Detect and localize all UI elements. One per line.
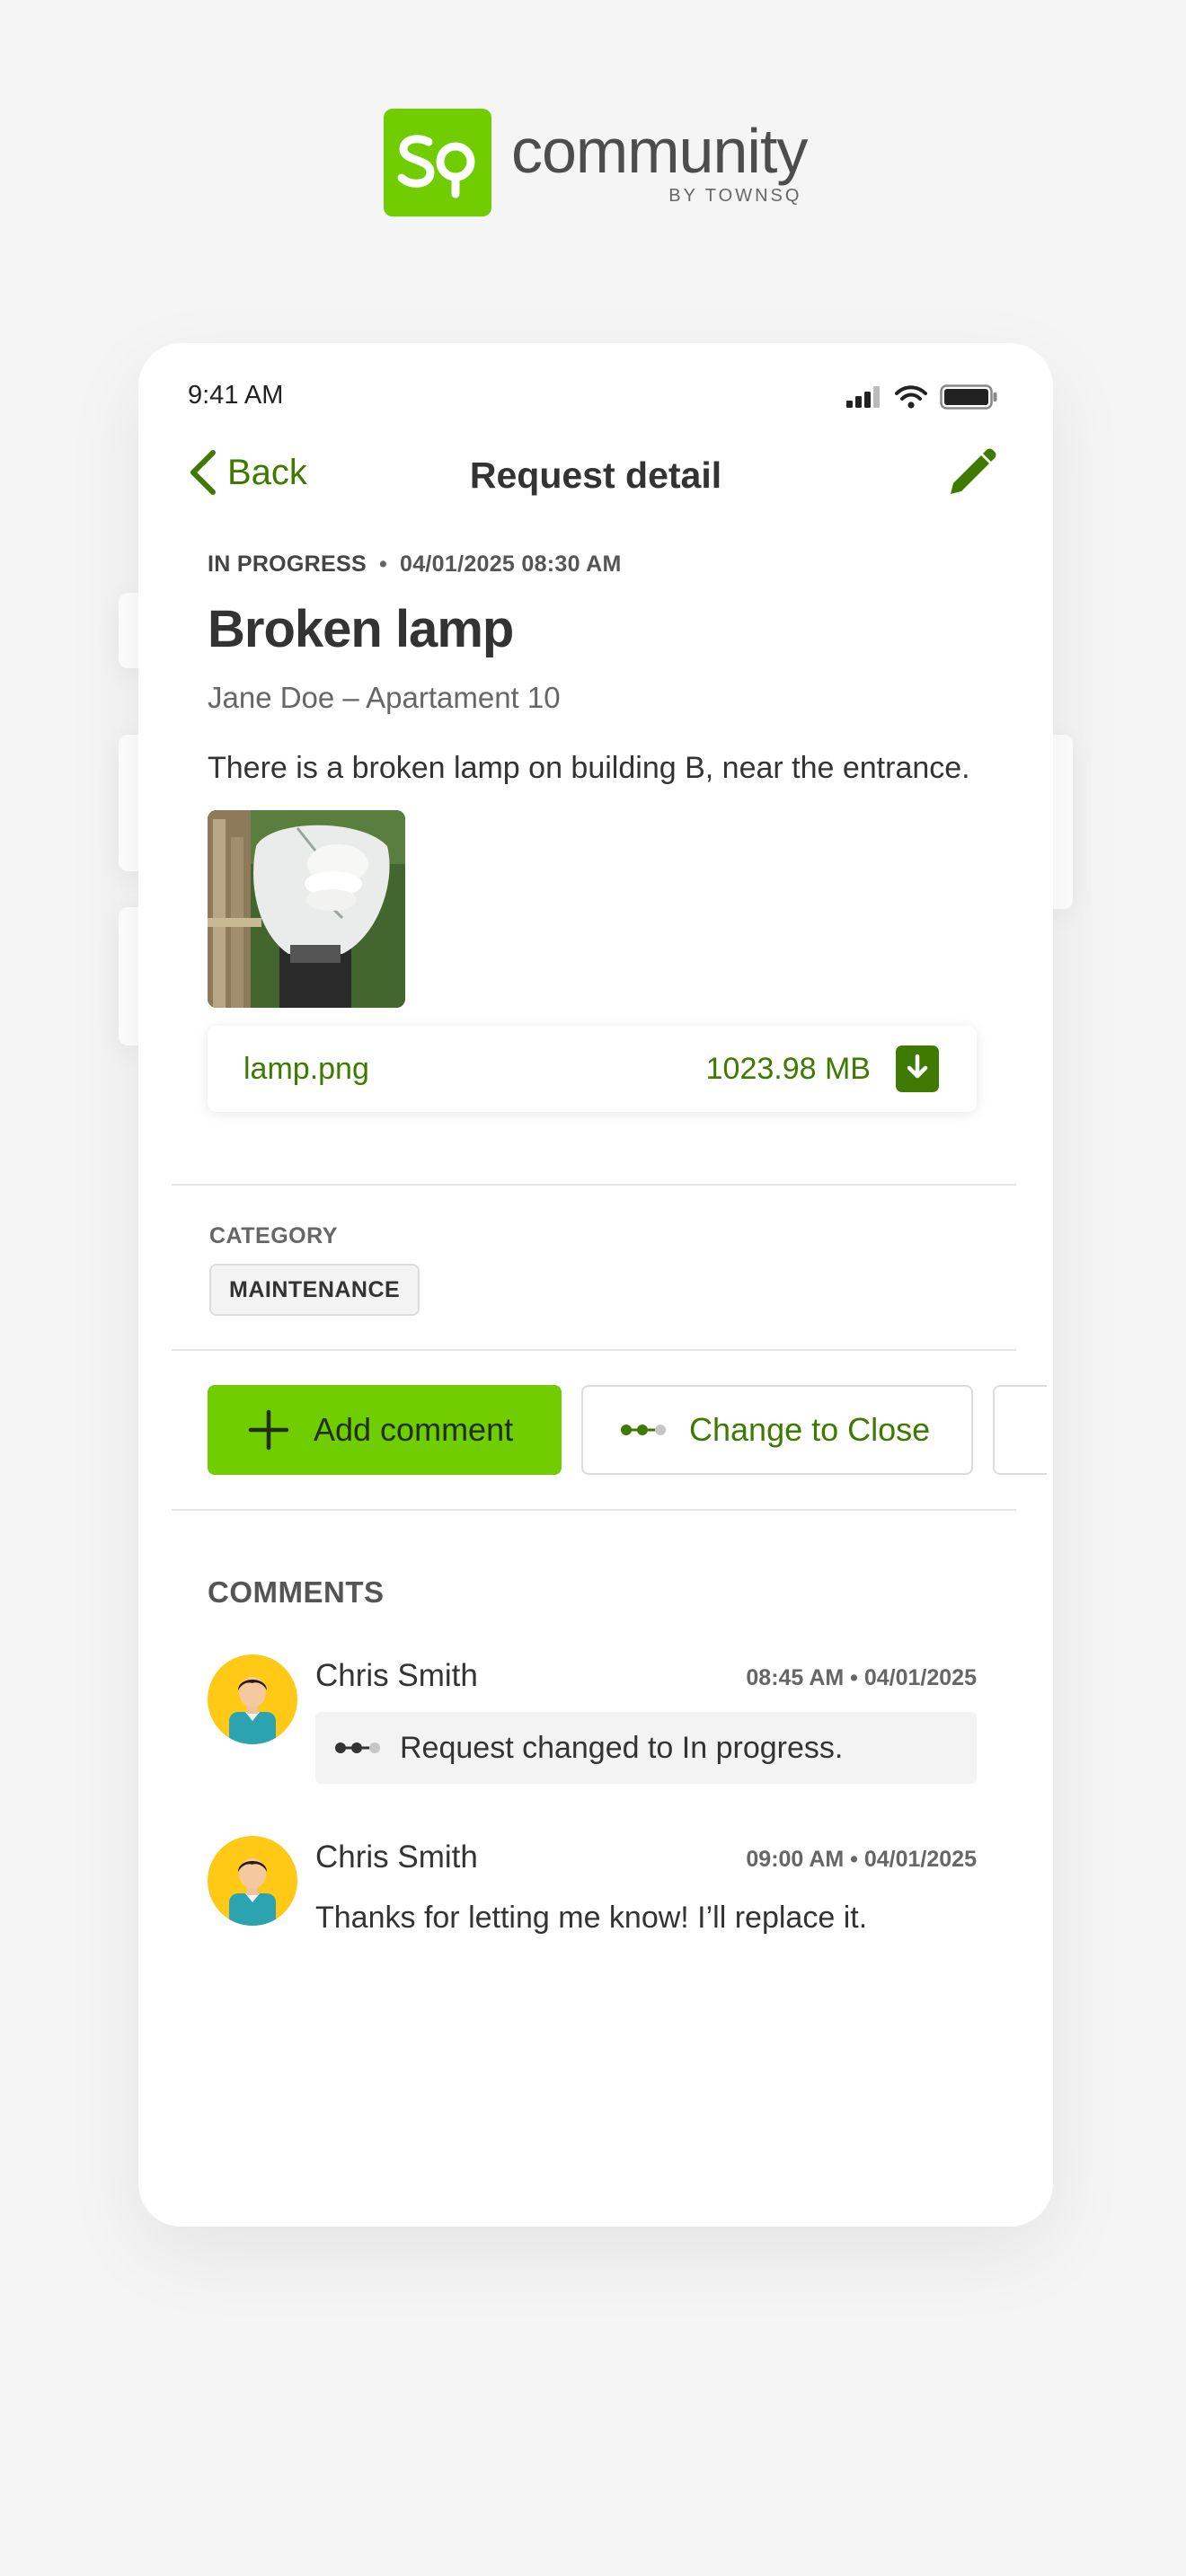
attachment-download-row[interactable]: lamp.png 1023.98 MB bbox=[208, 1026, 977, 1112]
request-author: Jane Doe – Apartament 10 bbox=[208, 681, 561, 714]
phone-screen: 9:41 AM Back Request detail IN PROGRESS … bbox=[138, 343, 1053, 2227]
status-change-text: Request changed to In progress. bbox=[400, 1730, 844, 1765]
request-datetime: 04/01/2025 08:30 AM bbox=[400, 551, 622, 577]
status-time: 9:41 AM bbox=[188, 381, 284, 410]
download-icon[interactable] bbox=[896, 1045, 939, 1092]
status-progress-icon bbox=[621, 1425, 666, 1435]
pencil-icon bbox=[951, 448, 996, 494]
status-bar: 9:41 AM bbox=[138, 343, 1053, 451]
separator-dot: • bbox=[378, 551, 388, 577]
logo-wordmark: community bbox=[511, 115, 808, 186]
comment-text: Thanks for letting me know! I’ll replace… bbox=[315, 1901, 868, 1935]
broken-lamp-image bbox=[208, 810, 405, 1008]
section-divider bbox=[172, 1184, 1016, 1186]
edit-button[interactable] bbox=[943, 447, 997, 506]
comment-item: Chris Smith 09:00 AM • 04/01/2025 Thanks… bbox=[208, 1836, 977, 1953]
status-progress-icon bbox=[335, 1742, 380, 1753]
request-description: There is a broken lamp on building B, ne… bbox=[208, 751, 970, 785]
change-status-button[interactable]: Change to Close bbox=[581, 1385, 973, 1475]
more-actions-button[interactable] bbox=[993, 1385, 1047, 1475]
category-chip: MAINTENANCE bbox=[209, 1264, 420, 1316]
comments-heading: COMMENTS bbox=[208, 1575, 385, 1609]
comment-timestamp: 09:00 AM • 04/01/2025 bbox=[746, 1847, 977, 1872]
comment-author: Chris Smith bbox=[315, 1839, 478, 1875]
comment-author: Chris Smith bbox=[315, 1658, 478, 1693]
wifi-icon bbox=[895, 385, 927, 409]
avatar bbox=[208, 1836, 297, 1926]
status-change-notice: Request changed to In progress. bbox=[315, 1712, 977, 1784]
action-buttons: Add comment Change to Close bbox=[208, 1385, 1047, 1475]
attachment-filesize: 1023.98 MB bbox=[705, 1051, 871, 1086]
avatar bbox=[208, 1654, 297, 1744]
attachment-filename: lamp.png bbox=[243, 1051, 369, 1086]
logo-byline: BY TOWNSQ bbox=[668, 185, 802, 206]
section-divider bbox=[172, 1509, 1016, 1511]
status-badge: IN PROGRESS bbox=[208, 551, 367, 577]
request-meta: IN PROGRESS • 04/01/2025 08:30 AM bbox=[208, 551, 977, 578]
add-comment-label: Add comment bbox=[314, 1411, 514, 1448]
comment-timestamp: 08:45 AM • 04/01/2025 bbox=[746, 1665, 977, 1690]
category-label: CATEGORY bbox=[209, 1223, 338, 1248]
townsq-community-logo: community BY TOWNSQ bbox=[384, 108, 808, 217]
cellular-signal-icon bbox=[846, 386, 880, 408]
plus-icon bbox=[248, 1409, 289, 1451]
navigation-bar: Back Request detail bbox=[138, 442, 1053, 514]
sq-logo-mark bbox=[384, 109, 491, 216]
change-status-label: Change to Close bbox=[689, 1411, 931, 1448]
request-title: Broken lamp bbox=[208, 600, 514, 658]
comment-item: Chris Smith 08:45 AM • 04/01/2025 Reques… bbox=[208, 1654, 977, 1789]
page-title: Request detail bbox=[469, 454, 722, 496]
battery-icon bbox=[940, 384, 997, 410]
add-comment-button[interactable]: Add comment bbox=[208, 1385, 562, 1475]
attachment-thumbnail[interactable] bbox=[208, 810, 405, 1008]
section-divider bbox=[172, 1349, 1016, 1351]
